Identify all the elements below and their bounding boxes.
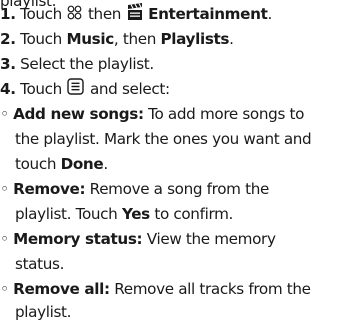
step-3: 3. Select the playlist. xyxy=(0,55,154,73)
bullet: ◦ xyxy=(0,105,9,123)
bullet: ◦ xyxy=(0,180,9,198)
option-remove-all-line2: playlist. xyxy=(15,303,72,321)
step-number: 4. xyxy=(0,80,16,98)
option-memory-status-line2: status. xyxy=(15,255,65,273)
option-remove-all: ◦ Remove all: Remove all tracks from the xyxy=(0,280,311,298)
step-4: 4. Touch and select: xyxy=(0,77,170,101)
step-number: 1. xyxy=(0,5,16,23)
instructions-page: playlist. 1. Touch then Entertainment. 2… xyxy=(0,0,358,321)
apps-menu-icon xyxy=(67,3,82,27)
step-number: 2. xyxy=(0,30,16,48)
option-add-new-songs-line2: the playlist. Mark the ones you want and xyxy=(15,130,312,148)
option-remove: ◦ Remove: Remove a song from the xyxy=(0,180,269,198)
step-number: 3. xyxy=(0,55,16,73)
option-add-new-songs: ◦ Add new songs: To add more songs to xyxy=(0,105,305,123)
bullet: ◦ xyxy=(0,230,9,248)
option-memory-status: ◦ Memory status: View the memory xyxy=(0,230,276,248)
option-remove-line2: playlist. Touch Yes to confirm. xyxy=(15,205,234,223)
step-1: 1. Touch then Entertainment. xyxy=(0,2,272,26)
bullet: ◦ xyxy=(0,280,9,298)
options-menu-icon xyxy=(67,77,85,102)
step-2: 2. Touch Music, then Playlists. xyxy=(0,30,234,48)
option-add-new-songs-line3: touch Done. xyxy=(15,155,108,173)
entertainment-clapperboard-icon xyxy=(127,2,143,27)
